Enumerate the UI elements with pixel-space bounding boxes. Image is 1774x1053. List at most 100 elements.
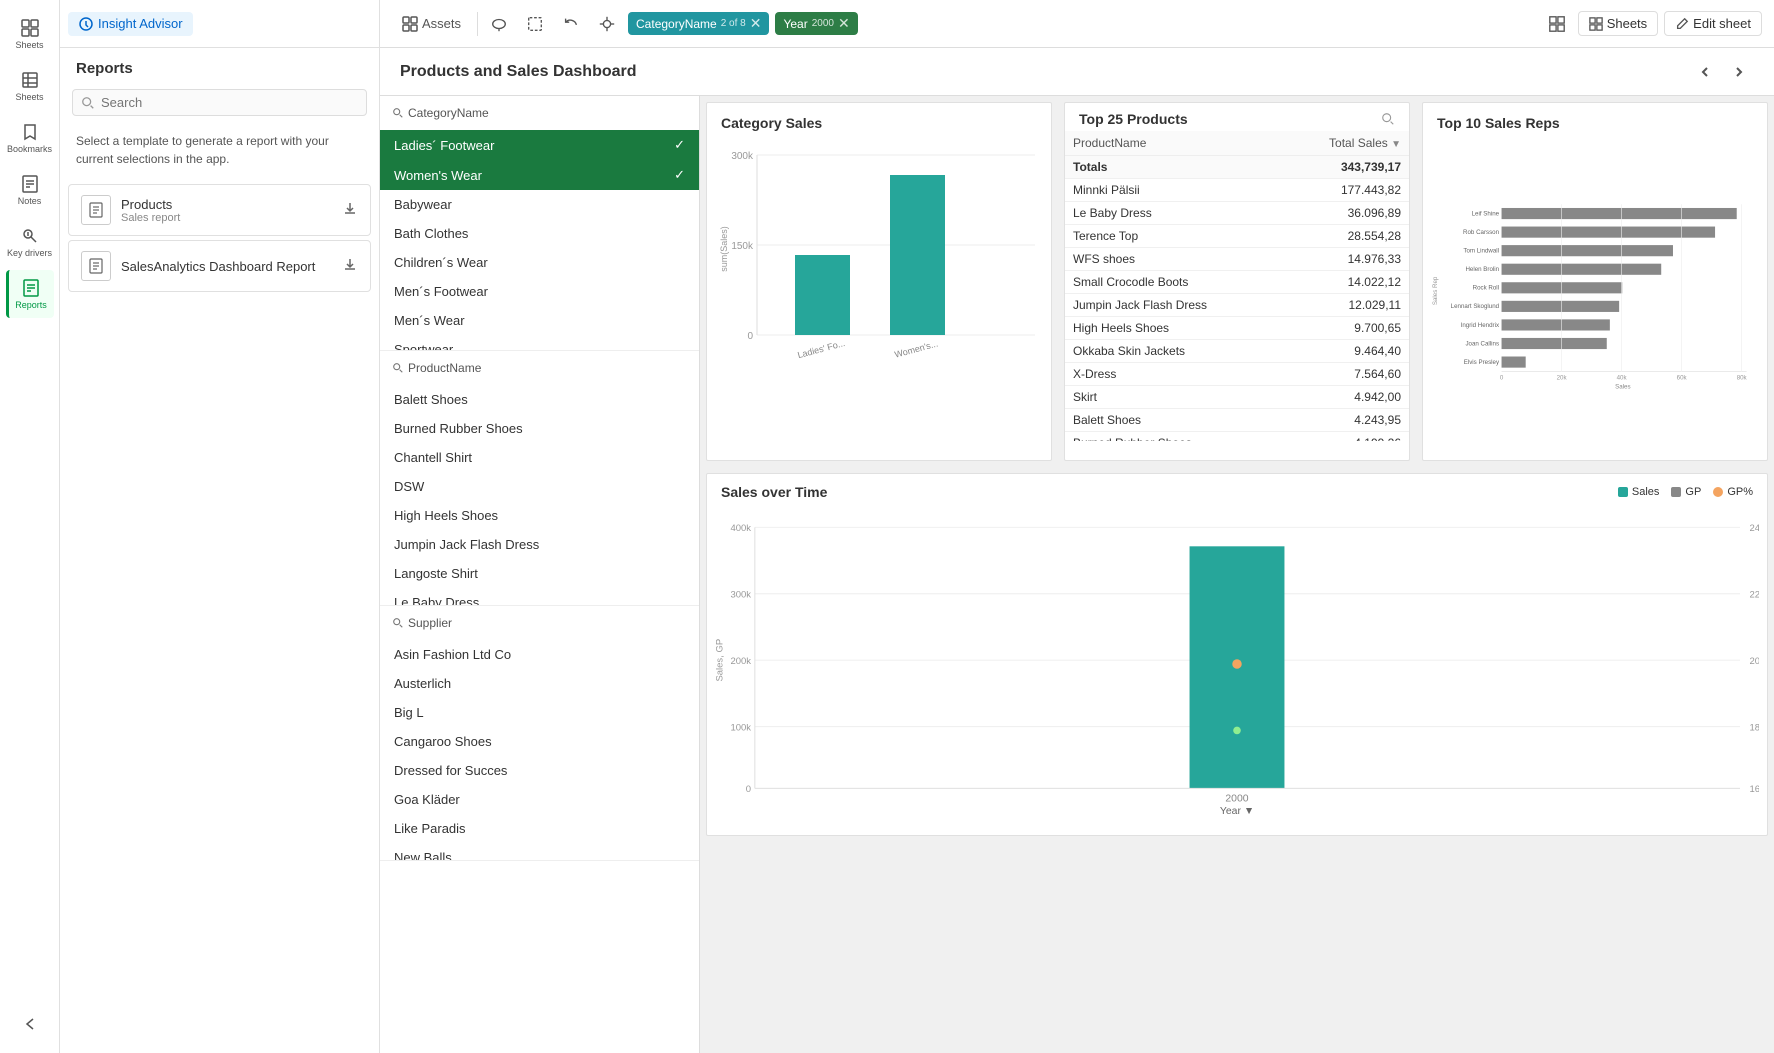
select-icon-btn[interactable] — [520, 9, 550, 39]
table-row: Okkaba Skin Jackets9.464,40 — [1065, 340, 1409, 363]
svg-text:Women's...: Women's... — [893, 339, 939, 359]
legend-gppct-dot — [1713, 487, 1723, 497]
filter-high-heels[interactable]: High Heels Shoes — [380, 501, 699, 530]
supplier-header-label: Supplier — [408, 616, 452, 630]
filter-sportwear[interactable]: Sportwear — [380, 335, 699, 350]
table-row: Balett Shoes4.243,95 — [1065, 409, 1409, 432]
undo-icon-btn[interactable] — [556, 9, 586, 39]
filter-austerlich[interactable]: Austerlich — [380, 669, 699, 698]
svg-text:Rob Carsson: Rob Carsson — [1463, 229, 1500, 236]
sidebar-item-reports[interactable]: Reports — [6, 270, 54, 318]
product-filter-section: ProductName Balett Shoes Burned Rubber S… — [380, 351, 699, 606]
category-filter-section: CategoryName Ladies´ Footwear Women's We… — [380, 96, 699, 351]
filter-dsw[interactable]: DSW — [380, 472, 699, 501]
legend-sales-dot — [1618, 487, 1628, 497]
report-description: Select a template to generate a report w… — [60, 124, 379, 180]
sales-analytics-report-item[interactable]: SalesAnalytics Dashboard Report — [68, 240, 371, 292]
chart-legend: Sales GP GP% — [1618, 486, 1753, 498]
grid-view-btn[interactable] — [1542, 9, 1572, 39]
top25-scroll[interactable]: ProductName Total Sales ▼ — [1065, 131, 1409, 441]
report-info-2: SalesAnalytics Dashboard Report — [121, 259, 332, 274]
sidebar-item-notes[interactable]: Notes — [6, 166, 54, 214]
year-filter-sub: 2000 — [812, 18, 834, 29]
insight-advisor-tab[interactable]: Insight Advisor — [68, 12, 193, 36]
filter-childrens-wear[interactable]: Children´s Wear — [380, 248, 699, 277]
category-filter-header: CategoryName — [380, 96, 699, 130]
products-report-item[interactable]: Products Sales report — [68, 184, 371, 236]
legend-sales-label: Sales — [1632, 486, 1660, 498]
svg-text:22.0%: 22.0% — [1750, 590, 1759, 601]
filter-langoste[interactable]: Langoste Shirt — [380, 559, 699, 588]
svg-text:150k: 150k — [731, 241, 754, 252]
table-row: High Heels Shoes9.700,65 — [1065, 317, 1409, 340]
left-sidebar: Sheets Sheets Bookmarks — [0, 0, 60, 1053]
dashboard-header: Products and Sales Dashboard — [380, 48, 1774, 96]
legend-gp-pct: GP% — [1713, 486, 1753, 498]
svg-text:0: 0 — [746, 784, 751, 795]
search-box[interactable] — [72, 89, 367, 116]
sheets-btn[interactable]: Sheets — [1578, 11, 1658, 36]
products-table: ProductName Total Sales ▼ — [1065, 131, 1409, 441]
sidebar-item-bookmarks[interactable]: Bookmarks — [6, 114, 54, 162]
prev-btn[interactable] — [1690, 57, 1720, 87]
filter-big-l[interactable]: Big L — [380, 698, 699, 727]
panel-topbar: Insight Advisor — [60, 0, 379, 48]
sidebar-collapse-btn[interactable] — [20, 1014, 40, 1037]
report-info: Products Sales report — [121, 197, 332, 224]
filter-babywear[interactable]: Babywear — [380, 190, 699, 219]
crosshair-icon-btn[interactable] — [592, 9, 622, 39]
category-filter-sub: 2 of 8 — [721, 18, 746, 29]
year-filter-label: Year — [783, 17, 807, 31]
report-sub: Sales report — [121, 212, 332, 224]
download-icon-2[interactable] — [342, 257, 358, 276]
sidebar-item-key-drivers[interactable]: Key drivers — [6, 218, 54, 266]
download-icon[interactable] — [342, 201, 358, 220]
table-row: Burned Rubber Shoes4.199,26 — [1065, 432, 1409, 442]
sales-time-chart: 400k 300k 200k 100k 0 24.0% 22.0% 20.0% — [707, 500, 1767, 835]
filter-balett-shoes[interactable]: Balett Shoes — [380, 385, 699, 414]
edit-sheet-btn[interactable]: Edit sheet — [1664, 11, 1762, 36]
search-input[interactable] — [101, 95, 358, 110]
category-filter-close[interactable]: ✕ — [750, 15, 762, 32]
sidebar-item-assets-label: Sheets — [15, 40, 43, 50]
category-sales-chart: 300k 150k 0 — [707, 135, 1051, 370]
lasso-icon-btn[interactable] — [484, 9, 514, 39]
main-topbar: Assets — [380, 0, 1774, 48]
totals-row: Totals 343,739,17 — [1065, 156, 1409, 179]
assets-label: Assets — [422, 16, 461, 31]
filter-jumpin-jack[interactable]: Jumpin Jack Flash Dress — [380, 530, 699, 559]
filter-like-paradis[interactable]: Like Paradis — [380, 814, 699, 843]
category-filter-chip[interactable]: CategoryName 2 of 8 ✕ — [628, 12, 769, 35]
year-filter-close[interactable]: ✕ — [838, 15, 850, 32]
filter-mens-footwear[interactable]: Men´s Footwear — [380, 277, 699, 306]
svg-text:60k: 60k — [1677, 374, 1688, 381]
filter-womens-wear[interactable]: Women's Wear — [380, 160, 699, 190]
svg-text:Helen Brolin: Helen Brolin — [1465, 266, 1499, 273]
filter-chantell-shirt[interactable]: Chantell Shirt — [380, 443, 699, 472]
filter-dressed[interactable]: Dressed for Succes — [380, 756, 699, 785]
sidebar-item-key-drivers-label: Key drivers — [7, 248, 52, 258]
filter-cangaroo[interactable]: Cangaroo Shoes — [380, 727, 699, 756]
filter-bath-clothes[interactable]: Bath Clothes — [380, 219, 699, 248]
col-sales[interactable]: Total Sales ▼ — [1282, 131, 1409, 156]
next-btn[interactable] — [1724, 57, 1754, 87]
filter-ladies-footwear[interactable]: Ladies´ Footwear — [380, 130, 699, 160]
sidebar-item-sheets[interactable]: Sheets — [6, 62, 54, 110]
supplier-filter-header: Supplier — [380, 606, 699, 640]
filter-goa[interactable]: Goa Kläder — [380, 785, 699, 814]
filter-burned-rubber[interactable]: Burned Rubber Shoes — [380, 414, 699, 443]
sidebar-item-assets[interactable]: Sheets — [6, 10, 54, 58]
totals-label: Totals — [1065, 156, 1282, 179]
svg-text:18.0%: 18.0% — [1750, 722, 1759, 733]
table-row: Jumpin Jack Flash Dress12.029,11 — [1065, 294, 1409, 317]
filter-le-baby-dress[interactable]: Le Baby Dress — [380, 588, 699, 605]
filter-mens-wear[interactable]: Men´s Wear — [380, 306, 699, 335]
report-name: Products — [121, 197, 332, 212]
filter-asin[interactable]: Asin Fashion Ltd Co — [380, 640, 699, 669]
assets-tab[interactable]: Assets — [392, 12, 471, 36]
sidebar-item-sheets-label: Sheets — [15, 92, 43, 102]
filter-new-balls[interactable]: New Balls — [380, 843, 699, 860]
divider — [477, 12, 478, 36]
year-filter-chip[interactable]: Year 2000 ✕ — [775, 12, 857, 35]
svg-text:Lennart Skoglund: Lennart Skoglund — [1451, 303, 1500, 310]
